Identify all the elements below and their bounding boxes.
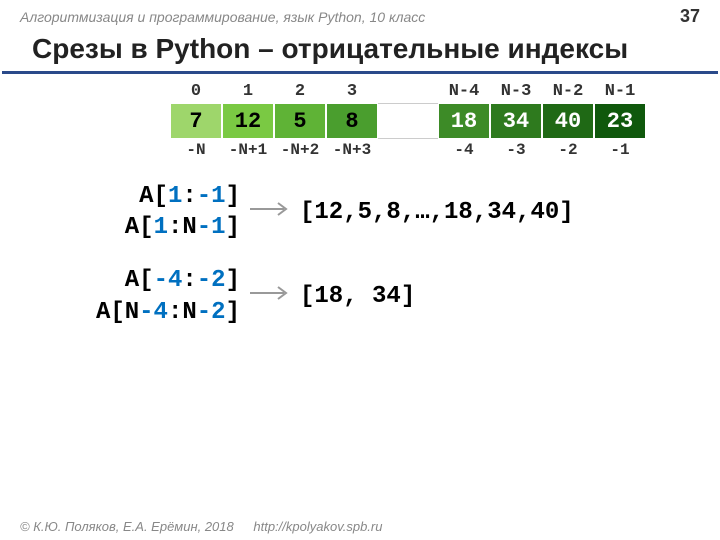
code: -2	[197, 267, 226, 294]
code: :	[182, 267, 196, 294]
neg-idx: -4	[438, 141, 490, 159]
array-row: 7 12 5 8 18 34 40 23	[170, 103, 690, 139]
code: -4	[139, 299, 168, 326]
array-cell: 23	[594, 103, 646, 139]
idx: N-2	[542, 82, 594, 101]
neg-idx-gap	[378, 141, 438, 159]
code: ]	[226, 267, 240, 294]
copyright: © К.Ю. Поляков, Е.А. Ерёмин, 2018	[20, 519, 234, 534]
array-cell: 34	[490, 103, 542, 139]
code: -1	[197, 183, 226, 210]
code: -2	[197, 299, 226, 326]
neg-idx: -2	[542, 141, 594, 159]
page-number: 37	[680, 6, 700, 27]
slide-content: 0 1 2 3 N-4 N-3 N-2 N-1 7 12 5 8 18 34 4…	[0, 74, 720, 336]
example-code: A[1:-1] A[1:N-1]	[30, 181, 240, 243]
slide-title: Срезы в Python – отрицательные индексы	[2, 29, 718, 74]
example-result: [18, 34]	[300, 283, 415, 310]
code: :N	[168, 214, 197, 241]
neg-idx: -N+3	[326, 141, 378, 159]
idx: N-4	[438, 82, 490, 101]
array-cell: 5	[274, 103, 326, 139]
example-result: [12,5,8,…,18,34,40]	[300, 199, 574, 226]
code: A[	[125, 267, 154, 294]
code: :N	[168, 299, 197, 326]
array-cell: 8	[326, 103, 378, 139]
idx: 3	[326, 82, 378, 101]
array-gap	[378, 103, 438, 139]
neg-idx: -N+2	[274, 141, 326, 159]
array-cell: 7	[170, 103, 222, 139]
code: 1	[168, 183, 182, 210]
idx: 0	[170, 82, 222, 101]
idx: 2	[274, 82, 326, 101]
code: -1	[197, 214, 226, 241]
array-cell: 12	[222, 103, 274, 139]
code: 1	[154, 214, 168, 241]
array-cell: 18	[438, 103, 490, 139]
neg-idx: -N	[170, 141, 222, 159]
course-title: Алгоритмизация и программирование, язык …	[20, 9, 425, 25]
code: :	[182, 183, 196, 210]
top-index-row: 0 1 2 3 N-4 N-3 N-2 N-1	[170, 82, 690, 101]
example-1: A[1:-1] A[1:N-1] [12,5,8,…,18,34,40]	[30, 181, 690, 243]
code: ]	[226, 183, 240, 210]
code: -4	[154, 267, 183, 294]
code: ]	[226, 299, 240, 326]
neg-idx: -N+1	[222, 141, 274, 159]
footer-url: http://kpolyakov.spb.ru	[253, 519, 382, 534]
example-code: A[-4:-2] A[N-4:N-2]	[30, 265, 240, 327]
bottom-index-row: -N -N+1 -N+2 -N+3 -4 -3 -2 -1	[170, 141, 690, 159]
slide-header: Алгоритмизация и программирование, язык …	[0, 0, 720, 29]
slide-footer: © К.Ю. Поляков, Е.А. Ерёмин, 2018 http:/…	[20, 519, 382, 534]
array-cell: 40	[542, 103, 594, 139]
arrow-icon	[240, 283, 300, 310]
code: A[	[125, 214, 154, 241]
idx: 1	[222, 82, 274, 101]
idx-gap	[378, 82, 438, 101]
neg-idx: -3	[490, 141, 542, 159]
idx: N-3	[490, 82, 542, 101]
code: A[	[139, 183, 168, 210]
idx: N-1	[594, 82, 646, 101]
arrow-icon	[240, 199, 300, 226]
example-2: A[-4:-2] A[N-4:N-2] [18, 34]	[30, 265, 690, 327]
code: ]	[226, 214, 240, 241]
neg-idx: -1	[594, 141, 646, 159]
code: A[N	[96, 299, 139, 326]
